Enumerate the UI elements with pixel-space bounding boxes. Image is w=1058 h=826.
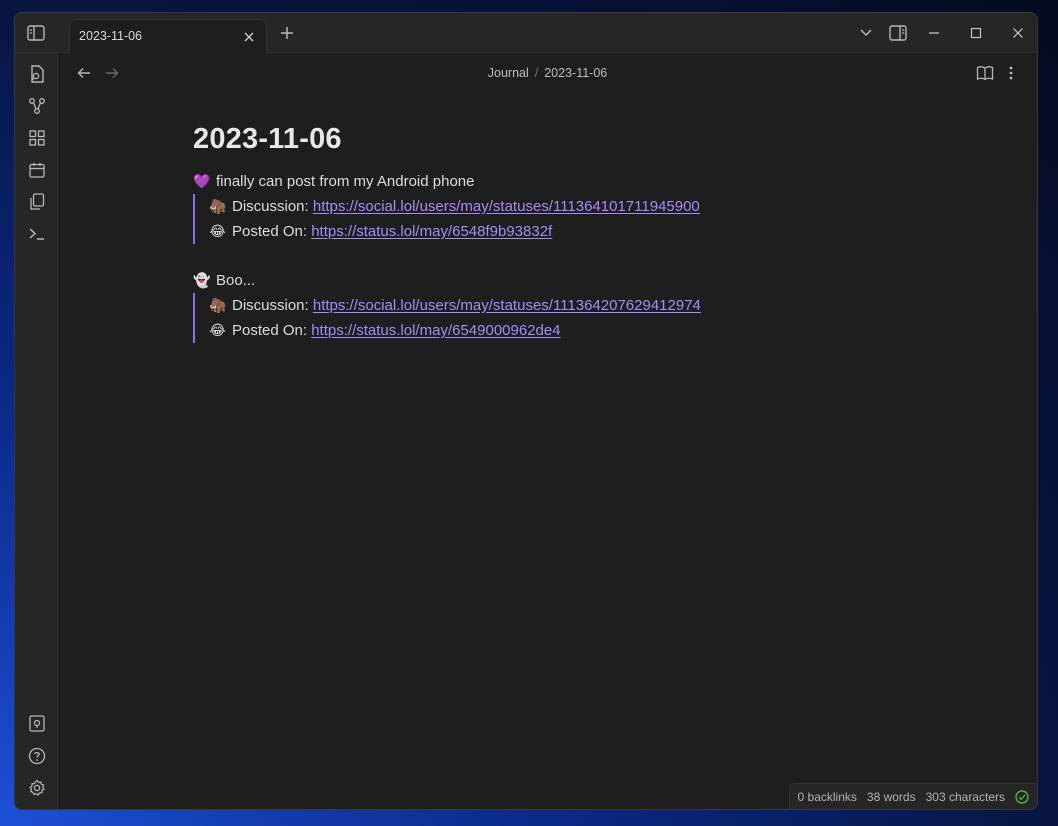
settings-gear-icon[interactable] [26, 777, 47, 798]
new-tab-plus-icon[interactable] [277, 23, 297, 43]
tab-active-note[interactable]: 2023-11-06 [69, 19, 267, 53]
posted-on-link[interactable]: https://status.lol/may/6548f9b93832f [311, 223, 552, 240]
entry-text-line: 💜 finally can post from my Android phone [193, 169, 1013, 194]
more-options-icon[interactable] [1001, 63, 1021, 83]
ghost-emoji: 👻 [193, 272, 211, 288]
breadcrumb: Journal / 2023-11-06 [58, 63, 1037, 83]
breadcrumb-separator: / [534, 66, 539, 80]
title-bar: 2023-11-06 [15, 13, 1037, 53]
breadcrumb-note[interactable]: 2023-11-06 [544, 66, 607, 80]
window-close-icon[interactable] [1007, 23, 1029, 43]
blockquote: 🦣 Discussion: https://social.lol/users/ma… [193, 293, 1013, 343]
posted-on-line: 😂 Posted On: https://status.lol/may/6548f… [209, 219, 1013, 244]
note-body[interactable]: 2023-11-06 💜 finally can post from my And… [193, 123, 1013, 367]
sidebar-toggle-icon[interactable] [25, 22, 47, 44]
maximize-icon[interactable] [965, 23, 987, 43]
graph-view-icon[interactable] [26, 95, 47, 116]
minimize-icon[interactable] [923, 23, 945, 43]
breadcrumb-folder[interactable]: Journal [488, 66, 529, 80]
tab-title: 2023-11-06 [79, 29, 143, 43]
right-sidebar-toggle-icon[interactable] [887, 23, 909, 43]
ribbon-sidebar [15, 53, 58, 809]
discussion-link[interactable]: https://social.lol/users/may/statuses/11… [313, 297, 701, 314]
reading-view-book-icon[interactable] [975, 63, 995, 83]
help-icon[interactable] [26, 745, 47, 766]
entry-text: Boo... [216, 272, 256, 289]
posted-on-link[interactable]: https://status.lol/may/6549000962de4 [311, 322, 560, 339]
discussion-line: 🦣 Discussion: https://social.lol/users/ma… [209, 194, 1013, 219]
mammoth-emoji: 🦣 [209, 198, 227, 214]
templates-icon[interactable] [26, 191, 47, 212]
open-quick-switcher-icon[interactable] [26, 63, 47, 84]
backlinks-count[interactable]: 0 backlinks [798, 790, 857, 804]
canvas-icon[interactable] [26, 127, 47, 148]
laughing-emoji: 😂 [209, 223, 226, 239]
discussion-line: 🦣 Discussion: https://social.lol/users/ma… [209, 293, 1013, 318]
sync-check-icon[interactable] [1015, 789, 1029, 804]
command-palette-icon[interactable] [26, 223, 47, 244]
entry-text: finally can post from my Android phone [216, 173, 475, 190]
entry-text-line: 👻 Boo... [193, 268, 1013, 293]
laughing-emoji: 😂 [209, 322, 226, 338]
word-count: 38 words [866, 789, 916, 804]
character-count: 303 characters [925, 789, 1005, 804]
posted-on-label: Posted On: [232, 322, 312, 339]
posted-on-label: Posted On: [232, 223, 312, 240]
blockquote: 🦣 Discussion: https://social.lol/users/ma… [193, 194, 1013, 244]
discussion-link[interactable]: https://social.lol/users/may/statuses/11… [313, 198, 700, 215]
close-icon[interactable] [240, 28, 258, 46]
discussion-label: Discussion: [232, 198, 313, 215]
mammoth-emoji: 🦣 [209, 297, 227, 313]
chevron-down-icon[interactable] [855, 23, 877, 43]
calendar-icon[interactable] [26, 159, 47, 180]
app-window: 2023-11-06 Journal / 2023-11-06 2023-11-… [14, 12, 1038, 810]
vault-switch-icon[interactable] [26, 713, 47, 734]
discussion-label: Discussion: [232, 297, 313, 314]
note-title[interactable]: 2023-11-06 [193, 123, 1013, 156]
purple-heart-emoji: 💜 [193, 173, 211, 189]
status-bar: 0 backlinks 38 words 303 characters [788, 783, 1037, 809]
posted-on-line: 😂 Posted On: https://status.lol/may/65490… [209, 318, 1013, 343]
note-view: Journal / 2023-11-06 2023-11-06 💜 finally c… [58, 53, 1037, 809]
